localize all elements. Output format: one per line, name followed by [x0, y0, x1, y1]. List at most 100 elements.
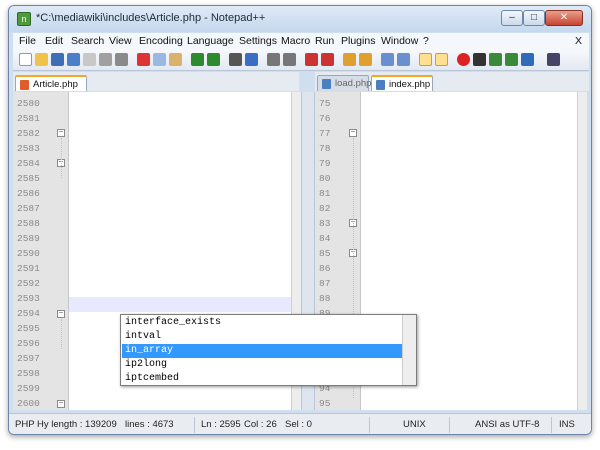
- status-line: Ln : 2595: [201, 419, 241, 430]
- plugin-icon[interactable]: [547, 53, 560, 66]
- tab-article-php[interactable]: Article.php: [15, 75, 87, 91]
- line-number: 84: [319, 233, 331, 244]
- autocomplete-scrollbar[interactable]: [402, 315, 416, 385]
- menu-run[interactable]: Run: [315, 35, 334, 47]
- tab-load-php[interactable]: load.php: [317, 75, 371, 91]
- open-file-icon[interactable]: [35, 53, 48, 66]
- status-separator: [369, 417, 370, 433]
- fold-marker-icon[interactable]: −: [57, 310, 65, 318]
- menu-close-doc[interactable]: X: [575, 35, 582, 47]
- zoom-in-icon[interactable]: [267, 53, 280, 66]
- line-number: 77: [319, 128, 331, 139]
- sync-vertical-icon[interactable]: [305, 53, 318, 66]
- menu-bar: File Edit Search View Encoding Language …: [13, 33, 589, 49]
- line-number: 2597: [17, 353, 40, 364]
- save-macro-icon[interactable]: [521, 53, 534, 66]
- right-vertical-scrollbar[interactable]: [577, 92, 587, 410]
- fold-guide: [61, 138, 62, 178]
- close-file-icon[interactable]: [83, 53, 96, 66]
- function-list-icon[interactable]: [435, 53, 448, 66]
- undo-icon[interactable]: [191, 53, 204, 66]
- maximize-button[interactable]: □: [523, 10, 545, 26]
- tab-label: index.php: [389, 79, 431, 90]
- right-tab-bar: load.php index.php: [315, 72, 589, 91]
- menu-window[interactable]: Window: [381, 35, 418, 47]
- line-number: 83: [319, 218, 331, 229]
- line-number: 2600: [17, 398, 40, 409]
- all-chars-icon[interactable]: [359, 53, 372, 66]
- line-number: 2589: [17, 233, 40, 244]
- menu-language[interactable]: Language: [187, 35, 234, 47]
- autocomplete-item[interactable]: iptcembed: [122, 372, 402, 386]
- autocomplete-item[interactable]: intval: [122, 330, 402, 344]
- paste-icon[interactable]: [169, 53, 182, 66]
- menu-file[interactable]: File: [19, 35, 36, 47]
- left-tab-bar: Article.php: [13, 72, 299, 91]
- minimize-button[interactable]: –: [501, 10, 523, 26]
- print-icon[interactable]: [115, 53, 128, 66]
- copy-icon[interactable]: [153, 53, 166, 66]
- save-icon[interactable]: [51, 53, 64, 66]
- saved-file-icon: [322, 79, 331, 89]
- menu-plugins[interactable]: Plugins: [341, 35, 375, 47]
- word-wrap-icon[interactable]: [343, 53, 356, 66]
- redo-icon[interactable]: [207, 53, 220, 66]
- line-number: 2598: [17, 368, 40, 379]
- tab-index-php[interactable]: index.php: [371, 75, 433, 91]
- line-number: 86: [319, 263, 331, 274]
- indent-guide-icon[interactable]: [381, 53, 394, 66]
- save-all-icon[interactable]: [67, 53, 80, 66]
- autocomplete-item-selected[interactable]: in_array: [122, 344, 402, 358]
- menu-encoding[interactable]: Encoding: [139, 35, 183, 47]
- line-number: 76: [319, 113, 331, 124]
- status-bar: PHP Hy length : 139209 lines : 4673 Ln :…: [9, 413, 591, 434]
- line-number: 2588: [17, 218, 40, 229]
- status-language-length: PHP Hy length : 139209: [15, 419, 117, 430]
- doc-map-icon[interactable]: [419, 53, 432, 66]
- replace-icon[interactable]: [245, 53, 258, 66]
- stop-macro-icon[interactable]: [473, 53, 486, 66]
- zoom-out-icon[interactable]: [283, 53, 296, 66]
- line-number: 2582: [17, 128, 40, 139]
- line-number: 78: [319, 143, 331, 154]
- menu-search[interactable]: Search: [71, 35, 104, 47]
- line-number: 2580: [17, 98, 40, 109]
- autocomplete-item[interactable]: ip2long: [122, 358, 402, 372]
- status-column: Col : 26: [244, 419, 277, 430]
- fold-marker-icon[interactable]: −: [57, 129, 65, 137]
- user-lang-icon[interactable]: [397, 53, 410, 66]
- cut-icon[interactable]: [137, 53, 150, 66]
- sync-horizontal-icon[interactable]: [321, 53, 334, 66]
- notepadpp-app-icon[interactable]: n: [17, 12, 31, 26]
- fold-marker-icon[interactable]: −: [57, 400, 65, 408]
- line-number: 2591: [17, 263, 40, 274]
- line-number: 2599: [17, 383, 40, 394]
- toolbar: [13, 49, 589, 71]
- line-number: 75: [319, 98, 331, 109]
- line-number: 85: [319, 248, 331, 259]
- window-title: *C:\mediawiki\includes\Article.php - Not…: [36, 12, 266, 24]
- line-number: 79: [319, 158, 331, 169]
- record-macro-icon[interactable]: [457, 53, 470, 66]
- new-file-icon[interactable]: [19, 53, 32, 66]
- play-multiple-icon[interactable]: [505, 53, 518, 66]
- autocomplete-list[interactable]: interface_exists intval in_array ip2long…: [120, 314, 417, 386]
- title-bar[interactable]: n *C:\mediawiki\includes\Article.php - N…: [9, 6, 591, 32]
- menu-view[interactable]: View: [109, 35, 132, 47]
- close-button[interactable]: ✕: [545, 10, 583, 26]
- line-number: 2594: [17, 308, 40, 319]
- line-number: 2590: [17, 248, 40, 259]
- close-all-icon[interactable]: [99, 53, 112, 66]
- menu-settings[interactable]: Settings: [239, 35, 277, 47]
- menu-help[interactable]: ?: [423, 35, 429, 47]
- autocomplete-item[interactable]: interface_exists: [122, 316, 402, 330]
- find-icon[interactable]: [229, 53, 242, 66]
- fold-marker-icon[interactable]: −: [349, 129, 357, 137]
- status-separator: [551, 417, 552, 433]
- menu-edit[interactable]: Edit: [45, 35, 63, 47]
- menu-macro[interactable]: Macro: [281, 35, 310, 47]
- line-number: 2593: [17, 293, 40, 304]
- play-macro-icon[interactable]: [489, 53, 502, 66]
- line-number: 81: [319, 188, 331, 199]
- line-number: 2581: [17, 113, 40, 124]
